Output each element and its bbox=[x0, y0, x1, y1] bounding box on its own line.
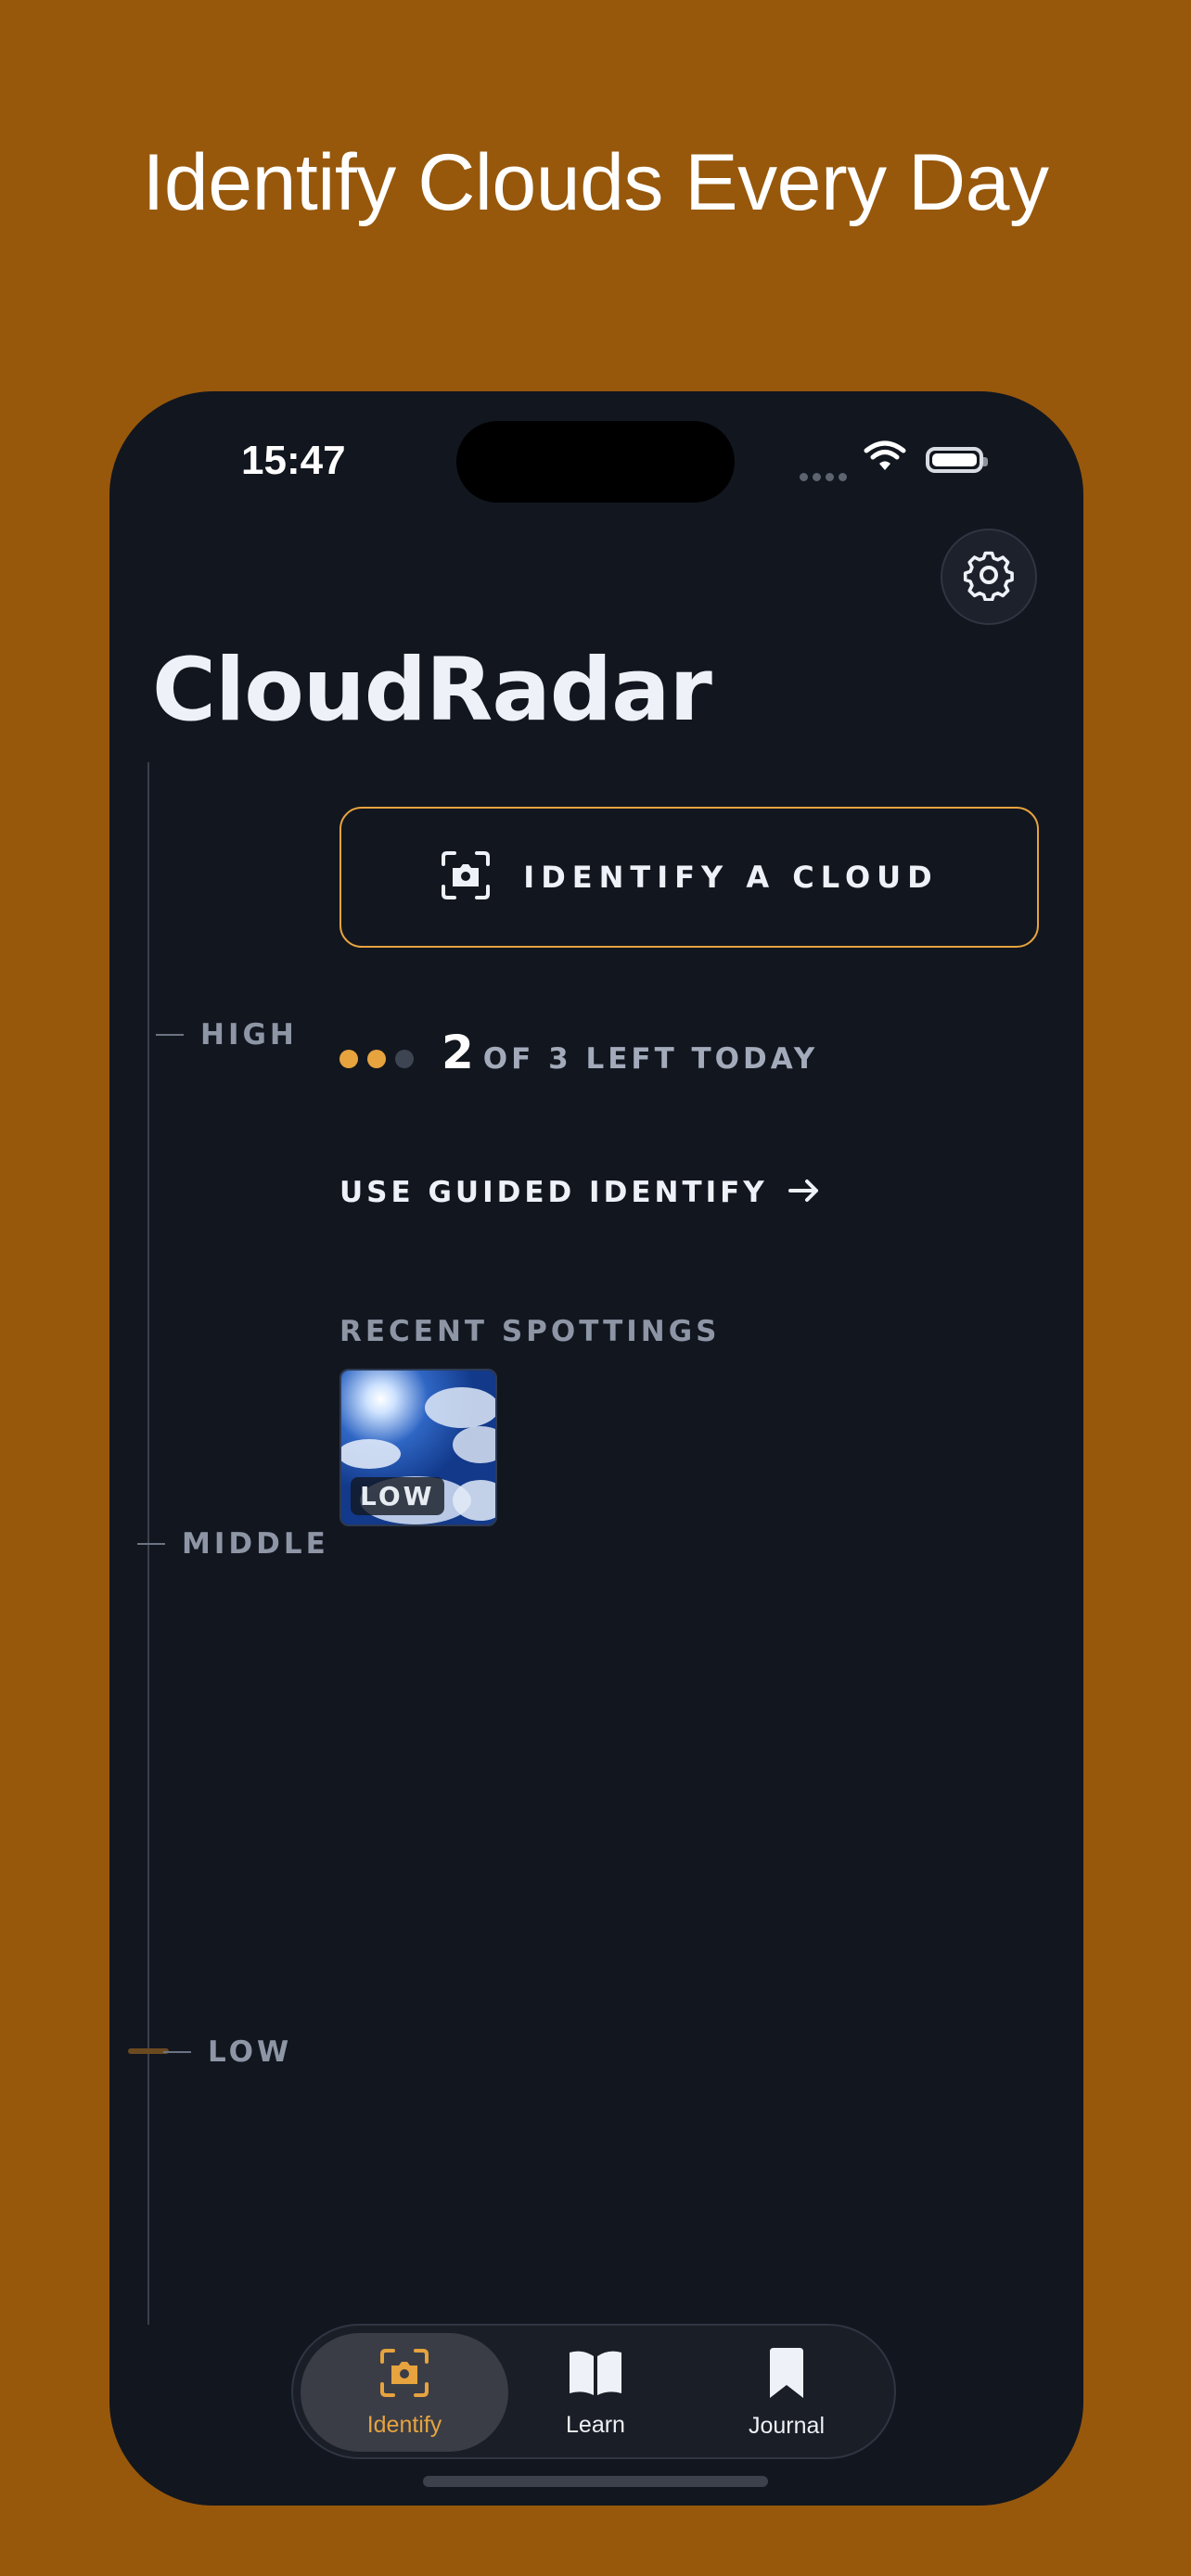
book-icon bbox=[566, 2347, 625, 2403]
recent-spottings-title: RECENT SPOTTINGS bbox=[339, 1315, 721, 1348]
quota-dot-remaining bbox=[395, 1050, 414, 1068]
home-indicator[interactable] bbox=[423, 2476, 768, 2487]
tab-bar: Identify Learn Journal bbox=[291, 2324, 896, 2459]
tab-learn[interactable]: Learn bbox=[492, 2333, 699, 2452]
battery-icon bbox=[926, 447, 988, 473]
quota-dot-used bbox=[339, 1050, 358, 1068]
camera-scan-icon bbox=[378, 2347, 430, 2403]
tab-journal-label: Journal bbox=[749, 2412, 825, 2439]
bookmark-icon bbox=[766, 2346, 807, 2404]
dynamic-island bbox=[456, 421, 735, 503]
identify-cloud-label: IDENTIFY A CLOUD bbox=[523, 860, 939, 895]
phone-screen: 15:47 CloudRadar HIGH MIDDLE LOW IDENTIF… bbox=[109, 391, 1083, 2506]
camera-scan-icon bbox=[440, 849, 492, 905]
tab-learn-label: Learn bbox=[566, 2411, 625, 2438]
status-time: 15:47 bbox=[241, 438, 346, 483]
tab-journal[interactable]: Journal bbox=[683, 2333, 890, 2452]
wifi-icon bbox=[863, 440, 907, 477]
quota-text: OF 3 LEFT TODAY bbox=[482, 1042, 819, 1076]
settings-button[interactable] bbox=[941, 529, 1037, 625]
identify-cloud-button[interactable]: IDENTIFY A CLOUD bbox=[339, 807, 1039, 948]
signal-icon bbox=[800, 467, 852, 485]
guided-identify-label: USE GUIDED IDENTIFY bbox=[339, 1176, 768, 1209]
recent-spotting-thumbnail[interactable]: LOW bbox=[339, 1369, 497, 1526]
arrow-right-icon bbox=[788, 1178, 820, 1207]
gear-icon bbox=[963, 549, 1015, 605]
app-title: CloudRadar bbox=[152, 640, 712, 741]
altitude-label-middle: MIDDLE bbox=[137, 1527, 329, 1561]
altitude-label-high: HIGH bbox=[156, 1018, 298, 1052]
guided-identify-link[interactable]: USE GUIDED IDENTIFY bbox=[339, 1176, 820, 1209]
quota-remaining-count: 2 bbox=[442, 1026, 474, 1079]
tab-identify[interactable]: Identify bbox=[301, 2333, 508, 2452]
spotting-altitude-tag: LOW bbox=[351, 1477, 444, 1515]
altitude-label-low: LOW bbox=[163, 2035, 292, 2069]
daily-quota: 2 OF 3 LEFT TODAY bbox=[339, 1026, 818, 1079]
tab-identify-label: Identify bbox=[366, 2411, 442, 2438]
promo-headline: Identify Clouds Every Day bbox=[142, 138, 1049, 227]
quota-dot-used bbox=[367, 1050, 386, 1068]
